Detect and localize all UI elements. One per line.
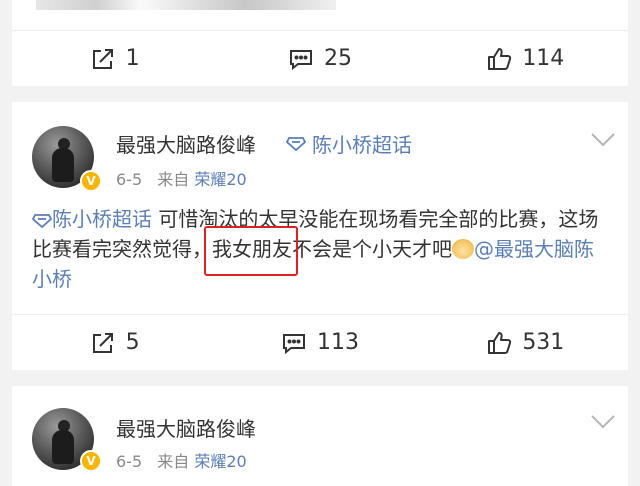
repost-count: 5 [125, 330, 140, 355]
verified-badge: V [80, 450, 102, 472]
post-text: 陈小桥超话 可惜淘汰的太早没能在现场看完全部的比赛，这场比赛看完突然觉得，我女朋… [32, 204, 612, 294]
username[interactable]: 最强大脑路俊峰 [116, 129, 256, 158]
comment-button[interactable]: 25 [217, 31, 422, 86]
post-card: V 最强大脑路俊峰 6-5 来自 荣耀20 [12, 386, 628, 486]
like-count: 114 [522, 46, 565, 71]
comment-icon [289, 49, 312, 70]
topic-tag-label: 陈小桥超话 [312, 133, 412, 157]
comment-button[interactable]: 113 [217, 315, 422, 370]
action-bar: 1 25 114 [12, 30, 628, 86]
topic-diamond-icon [286, 136, 306, 151]
post-meta: 6-5 来自 荣耀20 [116, 448, 247, 472]
comment-count: 25 [323, 46, 352, 71]
chevron-down-icon[interactable] [590, 414, 616, 430]
topic-tag[interactable]: 陈小桥超话 [286, 129, 412, 158]
post-date: 6-5 [116, 452, 143, 471]
repost-button[interactable]: 5 [12, 315, 217, 370]
chevron-down-icon[interactable] [590, 132, 616, 148]
topic-diamond-icon [32, 214, 52, 228]
post-text-part2: 不会是个小天才吧 [292, 237, 452, 261]
comment-count: 113 [316, 330, 359, 355]
from-label: 来自 [157, 170, 190, 189]
cat-emoji-icon [452, 239, 474, 259]
highlighted-phrase: 我女朋友 [204, 226, 298, 276]
share-icon [92, 48, 113, 69]
post-image[interactable] [36, 0, 336, 10]
action-bar: 5 113 531 [12, 314, 628, 370]
verified-badge: V [80, 170, 102, 192]
repost-button[interactable]: 1 [12, 31, 217, 86]
device-name[interactable]: 荣耀20 [194, 452, 246, 471]
thumbs-up-icon [488, 331, 512, 354]
from-label: 来自 [157, 452, 190, 471]
device-name[interactable]: 荣耀20 [194, 170, 246, 189]
username[interactable]: 最强大脑路俊峰 [116, 413, 256, 442]
post-topic-link[interactable]: 陈小桥超话 [52, 207, 152, 231]
like-button[interactable]: 531 [423, 315, 628, 370]
like-count: 531 [522, 330, 565, 355]
post-card: V 最强大脑路俊峰 陈小桥超话 6-5 来自 荣耀20 陈小桥超话 可惜淘汰的太… [12, 102, 628, 370]
repost-count: 1 [125, 46, 140, 71]
share-icon [92, 332, 113, 353]
thumbs-up-icon [488, 47, 512, 70]
comment-icon [282, 333, 305, 354]
like-button[interactable]: 114 [423, 31, 628, 86]
post-date: 6-5 [116, 170, 143, 189]
post-card: 1 25 114 [12, 0, 628, 86]
post-meta: 6-5 来自 荣耀20 [116, 166, 247, 190]
